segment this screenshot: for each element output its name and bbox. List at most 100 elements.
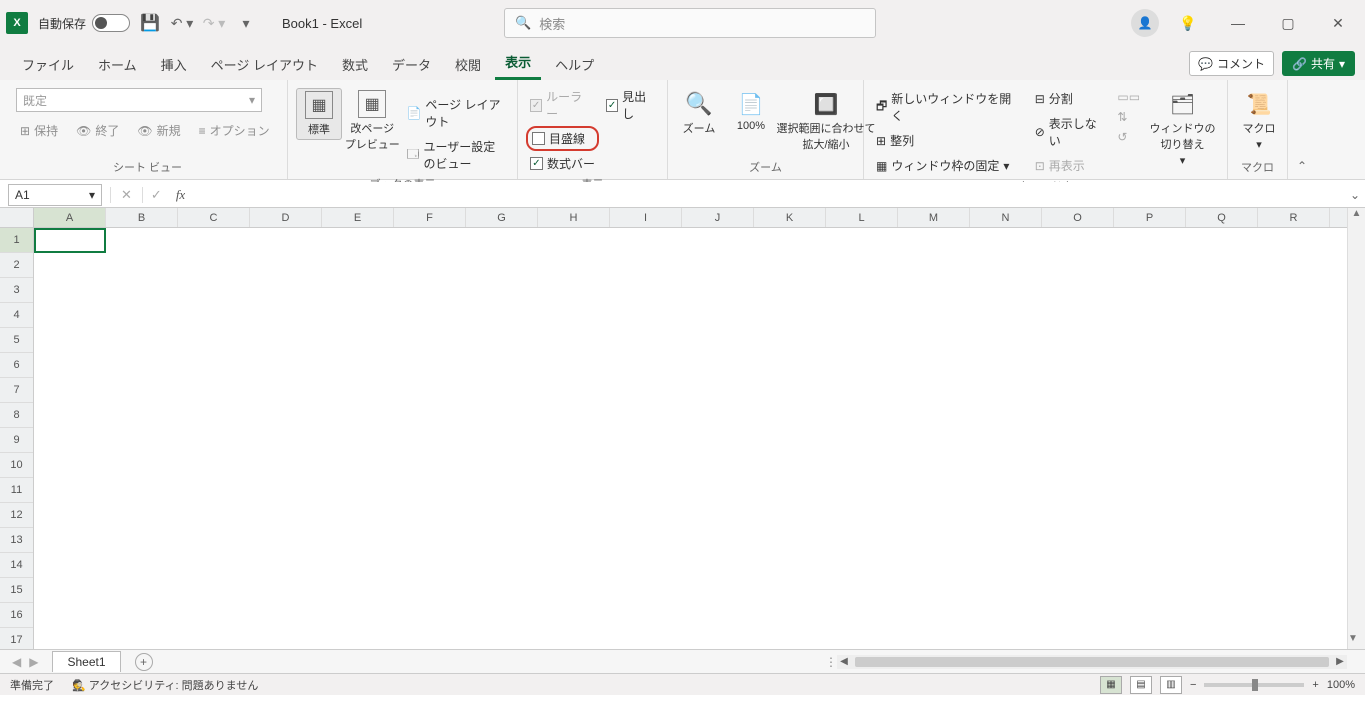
autosave-toggle-icon[interactable] <box>92 14 130 32</box>
scroll-up-icon[interactable]: ▲ <box>1348 208 1365 224</box>
sheet-tab-sheet1[interactable]: Sheet1 <box>52 651 120 672</box>
freeze-panes-button[interactable]: ▦ ウィンドウ枠の固定 ▾ <box>872 155 1025 176</box>
sheet-nav-next-icon[interactable]: ▶ <box>25 655 42 669</box>
tab-formulas[interactable]: 数式 <box>332 49 378 80</box>
column-header[interactable]: I <box>610 208 682 227</box>
qat-customize-icon[interactable]: ▾ <box>234 11 258 35</box>
zoom-slider[interactable] <box>1204 683 1304 687</box>
row-header[interactable]: 7 <box>0 378 33 403</box>
tab-divider-icon[interactable]: ⋮ <box>825 655 837 669</box>
cells-area[interactable] <box>34 228 1347 649</box>
row-header[interactable]: 12 <box>0 503 33 528</box>
fx-icon[interactable]: fx <box>176 187 185 203</box>
enter-icon[interactable]: ✓ <box>145 187 168 203</box>
zoom-in-icon[interactable]: + <box>1312 679 1318 691</box>
horizontal-scrollbar[interactable]: ◀ ▶ <box>837 655 1347 669</box>
column-header[interactable]: P <box>1114 208 1186 227</box>
row-header[interactable]: 10 <box>0 453 33 478</box>
accessibility-status[interactable]: 🕵 アクセシビリティ: 問題ありません <box>72 677 258 693</box>
row-header[interactable]: 16 <box>0 603 33 628</box>
arrange-button[interactable]: ⊞ 整列 <box>872 130 1025 151</box>
row-header[interactable]: 8 <box>0 403 33 428</box>
row-header[interactable]: 2 <box>0 253 33 278</box>
zoom-out-icon[interactable]: − <box>1190 679 1196 691</box>
pagelayout-view-button[interactable]: 📄 ページ レイアウト <box>402 94 509 132</box>
column-header[interactable]: Q <box>1186 208 1258 227</box>
tab-review[interactable]: 校閲 <box>445 49 491 80</box>
zoom-100-button[interactable]: 📄100% <box>728 88 774 134</box>
pagebreak-view-button[interactable]: ▦改ページ プレビュー <box>348 88 396 154</box>
tab-home[interactable]: ホーム <box>88 49 147 80</box>
zoom-percent[interactable]: 100% <box>1327 679 1355 691</box>
normal-view-button[interactable]: ▦標準 <box>296 88 342 140</box>
row-header[interactable]: 4 <box>0 303 33 328</box>
ribbon-collapse-icon[interactable]: ⌃ <box>1288 80 1316 179</box>
share-button[interactable]: 🔗 共有 ▾ <box>1282 51 1355 76</box>
row-header[interactable]: 9 <box>0 428 33 453</box>
column-header[interactable]: N <box>970 208 1042 227</box>
name-box[interactable]: A1▾ <box>8 184 102 206</box>
row-header[interactable]: 3 <box>0 278 33 303</box>
scroll-right-icon[interactable]: ▶ <box>1333 656 1347 667</box>
comments-button[interactable]: 💬 コメント <box>1189 51 1274 76</box>
zoom-button[interactable]: 🔍ズーム <box>676 88 722 138</box>
sheet-nav-prev-icon[interactable]: ◀ <box>8 655 25 669</box>
column-header[interactable]: C <box>178 208 250 227</box>
column-header[interactable]: R <box>1258 208 1330 227</box>
switch-window-button[interactable]: 🗂ウィンドウの 切り替え ▾ <box>1146 88 1219 169</box>
cancel-icon[interactable]: ✕ <box>117 187 143 203</box>
column-header[interactable]: L <box>826 208 898 227</box>
close-icon[interactable]: ✕ <box>1317 8 1359 38</box>
macros-button[interactable]: 📜マクロ▾ <box>1236 88 1282 153</box>
new-window-button[interactable]: 🗗 新しいウィンドウを開く <box>872 88 1025 126</box>
column-header[interactable]: D <box>250 208 322 227</box>
vertical-scrollbar[interactable]: ▲ ▼ <box>1347 208 1365 649</box>
row-header[interactable]: 1 <box>0 228 33 253</box>
zoom-selection-button[interactable]: 🔲選択範囲に合わせて 拡大/縮小 <box>780 88 872 154</box>
split-button[interactable]: ⊟ 分割 <box>1031 88 1112 109</box>
scroll-down-icon[interactable]: ▼ <box>1348 633 1358 649</box>
column-header[interactable]: G <box>466 208 538 227</box>
tab-data[interactable]: データ <box>382 49 441 80</box>
row-header[interactable]: 5 <box>0 328 33 353</box>
column-header[interactable]: M <box>898 208 970 227</box>
column-header[interactable]: O <box>1042 208 1114 227</box>
account-avatar-icon[interactable]: 👤 <box>1131 9 1159 37</box>
sheetview-selector[interactable]: 既定▾ <box>16 88 262 112</box>
gridlines-checkbox[interactable]: 目盛線 <box>526 126 599 151</box>
redo-icon[interactable]: ↷ ▾ <box>202 11 226 35</box>
formulabar-checkbox[interactable]: 数式バー <box>526 153 599 174</box>
autosave[interactable]: 自動保存 オフ <box>38 14 124 32</box>
tab-file[interactable]: ファイル <box>12 49 84 80</box>
formula-input[interactable] <box>191 184 1339 206</box>
search-input[interactable]: 🔍 検索 <box>504 8 876 38</box>
column-header[interactable]: A <box>34 208 106 227</box>
select-all-button[interactable] <box>0 208 33 228</box>
column-header[interactable]: H <box>538 208 610 227</box>
add-sheet-button[interactable]: + <box>135 653 153 671</box>
column-header[interactable]: E <box>322 208 394 227</box>
tab-help[interactable]: ヘルプ <box>545 49 604 80</box>
column-header[interactable]: K <box>754 208 826 227</box>
column-header[interactable]: B <box>106 208 178 227</box>
row-header[interactable]: 14 <box>0 553 33 578</box>
tab-pagelayout[interactable]: ページ レイアウト <box>201 49 328 80</box>
row-header[interactable]: 11 <box>0 478 33 503</box>
column-header[interactable]: J <box>682 208 754 227</box>
hide-button[interactable]: ⊘ 表示しない <box>1031 113 1112 151</box>
save-icon[interactable]: 💾 <box>138 11 162 35</box>
row-header[interactable]: 13 <box>0 528 33 553</box>
column-header[interactable]: F <box>394 208 466 227</box>
view-pagelayout-icon[interactable]: ▤ <box>1130 676 1152 694</box>
scroll-left-icon[interactable]: ◀ <box>837 656 851 667</box>
formula-bar-expand-icon[interactable]: ⌄ <box>1345 188 1365 202</box>
tab-insert[interactable]: 挿入 <box>151 49 197 80</box>
view-normal-icon[interactable]: ▦ <box>1100 676 1122 694</box>
undo-icon[interactable]: ↶ ▾ <box>170 11 194 35</box>
maximize-icon[interactable]: ▢ <box>1267 8 1309 38</box>
help-tip-icon[interactable]: 💡 <box>1167 8 1209 38</box>
row-header[interactable]: 6 <box>0 353 33 378</box>
view-pagebreak-icon[interactable]: ▥ <box>1160 676 1182 694</box>
headings-checkbox[interactable]: 見出し <box>602 86 659 124</box>
row-header[interactable]: 15 <box>0 578 33 603</box>
